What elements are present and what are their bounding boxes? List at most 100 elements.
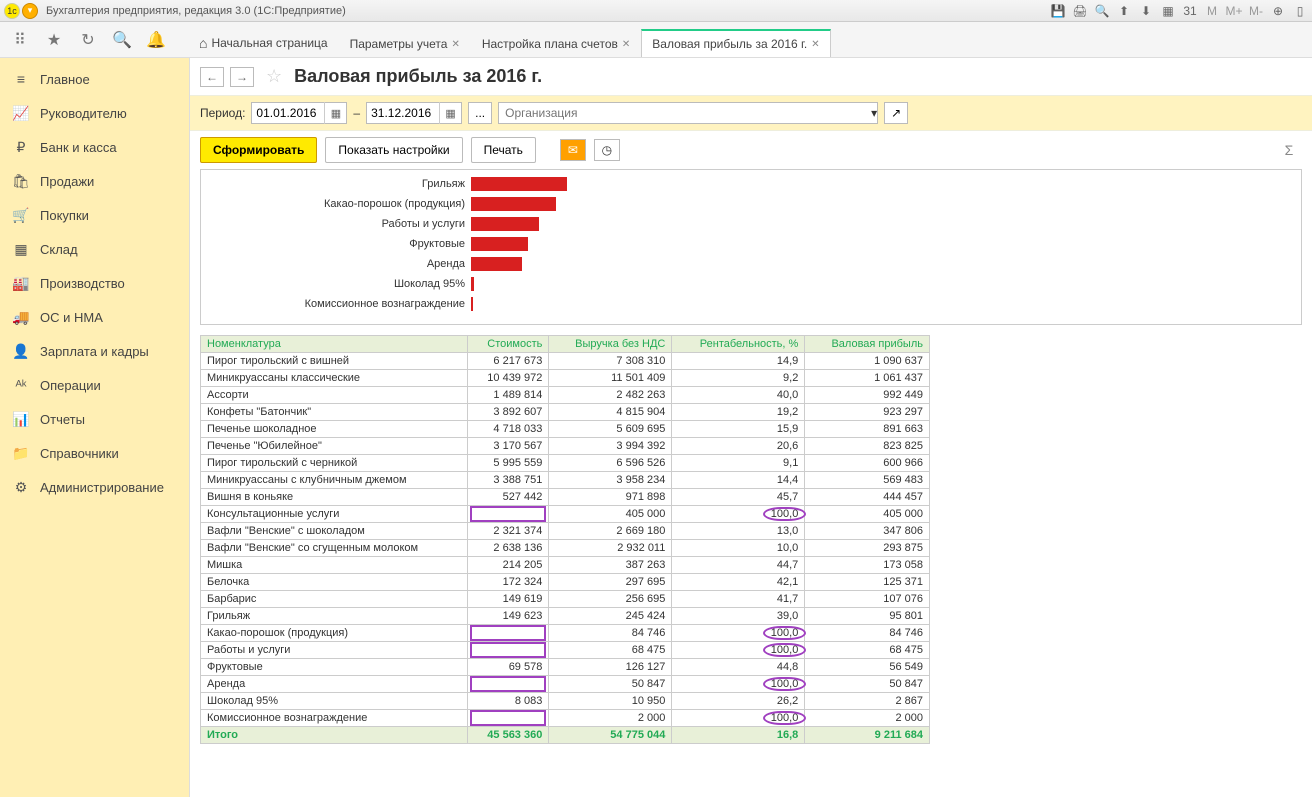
link-icon[interactable]: ⬆ [1116,3,1132,19]
table-row[interactable]: Печенье шоколадное4 718 0335 609 69515,9… [201,421,930,438]
cell-profitability: 40,0 [672,387,805,404]
table-row[interactable]: Консультационные услуги405 000100,0405 0… [201,506,930,523]
cell-name: Комиссионное вознаграждение [201,710,468,727]
calc-icon[interactable]: ▦ [1160,3,1176,19]
close-icon[interactable]: ✕ [451,39,459,50]
table-row[interactable]: Работы и услуги68 475100,068 475 [201,642,930,659]
table-row[interactable]: Барбарис149 619256 69541,7107 076 [201,591,930,608]
generate-button[interactable]: Сформировать [200,137,317,163]
close-icon[interactable]: ✕ [811,39,819,50]
sidebar-item[interactable]: ₽Банк и касса [0,130,189,164]
table-row[interactable]: Пирог тирольский с черникой5 995 5596 59… [201,455,930,472]
table-row[interactable]: Миникруассаны классические10 439 97211 5… [201,370,930,387]
calendar-icon[interactable]: 31 [1182,3,1198,19]
total-cell: 54 775 044 [549,727,672,744]
sidebar-item[interactable]: 🚚ОС и НМА [0,300,189,334]
panel-icon[interactable]: ▯ [1292,3,1308,19]
tab[interactable]: ⌂Начальная страница [188,28,339,57]
cell-profitability: 14,4 [672,472,805,489]
table-row[interactable]: Какао-порошок (продукция)84 746100,084 7… [201,625,930,642]
organization-select[interactable]: ▾ [498,102,878,124]
organization-input[interactable] [499,106,871,120]
chart-area: ГрильяжКакао-порошок (продукция)Работы и… [200,169,1302,325]
sidebar-item[interactable]: 🛒Покупки [0,198,189,232]
m-icon[interactable]: M [1204,3,1220,19]
print-icon[interactable]: 🖨 [1072,3,1088,19]
date-from-input[interactable] [252,106,324,120]
sidebar-item[interactable]: 📈Руководителю [0,96,189,130]
cell-gross: 95 801 [805,608,930,625]
tab[interactable]: Настройка плана счетов✕ [471,30,641,57]
nav-forward-button[interactable]: → [230,67,254,87]
favorite-icon[interactable]: ★ [40,26,68,54]
apps-icon[interactable]: ⠿ [6,26,34,54]
window-title: Бухгалтерия предприятия, редакция 3.0 (1… [46,5,346,17]
search-icon[interactable]: 🔍 [1094,3,1110,19]
sidebar-item[interactable]: ≡Главное [0,62,189,96]
app-icon-2[interactable]: ▾ [22,3,38,19]
table-row[interactable]: Аренда50 847100,050 847 [201,676,930,693]
cell-profitability: 9,1 [672,455,805,472]
calendar-to-icon[interactable]: ▦ [439,102,461,124]
table-row[interactable]: Вафли "Венские" с шоколадом2 321 3742 66… [201,523,930,540]
nav-back-button[interactable]: ← [200,67,224,87]
cell-cost [468,506,549,523]
period-ellipsis-button[interactable]: ... [468,102,492,124]
sidebar-item[interactable]: 📁Справочники [0,436,189,470]
show-settings-button[interactable]: Показать настройки [325,137,462,163]
total-cell: 45 563 360 [468,727,549,744]
sigma-button[interactable]: Σ [1276,139,1302,161]
cell-profitability: 39,0 [672,608,805,625]
tab-label: Параметры учета [350,37,448,51]
date-from-field[interactable]: ▦ [251,102,347,124]
sidebar-item[interactable]: ⚙Администрирование [0,470,189,504]
table-row[interactable]: Ассорти1 489 8142 482 26340,0992 449 [201,387,930,404]
sidebar-item[interactable]: 📊Отчеты [0,402,189,436]
table-row[interactable]: Печенье "Юбилейное"3 170 5673 994 39220,… [201,438,930,455]
email-icon[interactable]: ✉ [560,139,586,161]
table-row[interactable]: Пирог тирольский с вишней6 217 6737 308 … [201,353,930,370]
table-row[interactable]: Шоколад 95%8 08310 95026,22 867 [201,693,930,710]
table-row[interactable]: Миникруассаны с клубничным джемом3 388 7… [201,472,930,489]
table-row[interactable]: Фруктовые69 578126 12744,856 549 [201,659,930,676]
table-row[interactable]: Белочка172 324297 69542,1125 371 [201,574,930,591]
sidebar-icon: ᴬᵏ [12,376,30,394]
dropdown-icon[interactable]: ▾ [871,106,877,120]
close-icon[interactable]: ✕ [622,39,630,50]
org-open-button[interactable]: ↗ [884,102,908,124]
sidebar-item[interactable]: ᴬᵏОперации [0,368,189,402]
clock-icon[interactable]: ◷ [594,139,620,161]
save-icon[interactable]: 💾 [1050,3,1066,19]
date-to-field[interactable]: ▦ [366,102,462,124]
notifications-icon[interactable]: 🔔 [142,26,170,54]
table-row[interactable]: Вафли "Венские" со сгущенным молоком2 63… [201,540,930,557]
zoom-icon[interactable]: ⊕ [1270,3,1286,19]
chart-bar [471,217,539,231]
cell-profitability: 26,2 [672,693,805,710]
chart-bar [471,277,474,291]
cell-profitability: 100,0 [672,642,805,659]
toolbar-search-icon[interactable]: 🔍 [108,26,136,54]
history-icon[interactable]: ↻ [74,26,102,54]
sidebar-item[interactable]: 🛍Продажи [0,164,189,198]
print-button[interactable]: Печать [471,137,536,163]
date-to-input[interactable] [367,106,439,120]
table-row[interactable]: Комиссионное вознаграждение2 000100,02 0… [201,710,930,727]
table-row[interactable]: Грильяж149 623245 42439,095 801 [201,608,930,625]
table-row[interactable]: Мишка214 205387 26344,7173 058 [201,557,930,574]
sidebar-item[interactable]: 🏭Производство [0,266,189,300]
tab[interactable]: Параметры учета✕ [339,30,471,57]
sidebar-label: Отчеты [40,412,85,427]
table-row[interactable]: Вишня в коньяке527 442971 89845,7444 457 [201,489,930,506]
mplus-icon[interactable]: M+ [1226,3,1242,19]
sidebar-label: Банк и касса [40,140,117,155]
table-row[interactable]: Конфеты "Батончик"3 892 6074 815 90419,2… [201,404,930,421]
tab[interactable]: Валовая прибыль за 2016 г.✕ [641,29,830,57]
cell-gross: 56 549 [805,659,930,676]
calendar-from-icon[interactable]: ▦ [324,102,346,124]
sidebar-item[interactable]: ▦Склад [0,232,189,266]
mminus-icon[interactable]: M- [1248,3,1264,19]
download-icon[interactable]: ⬇ [1138,3,1154,19]
favorite-star-icon[interactable]: ☆ [266,66,282,87]
sidebar-item[interactable]: 👤Зарплата и кадры [0,334,189,368]
